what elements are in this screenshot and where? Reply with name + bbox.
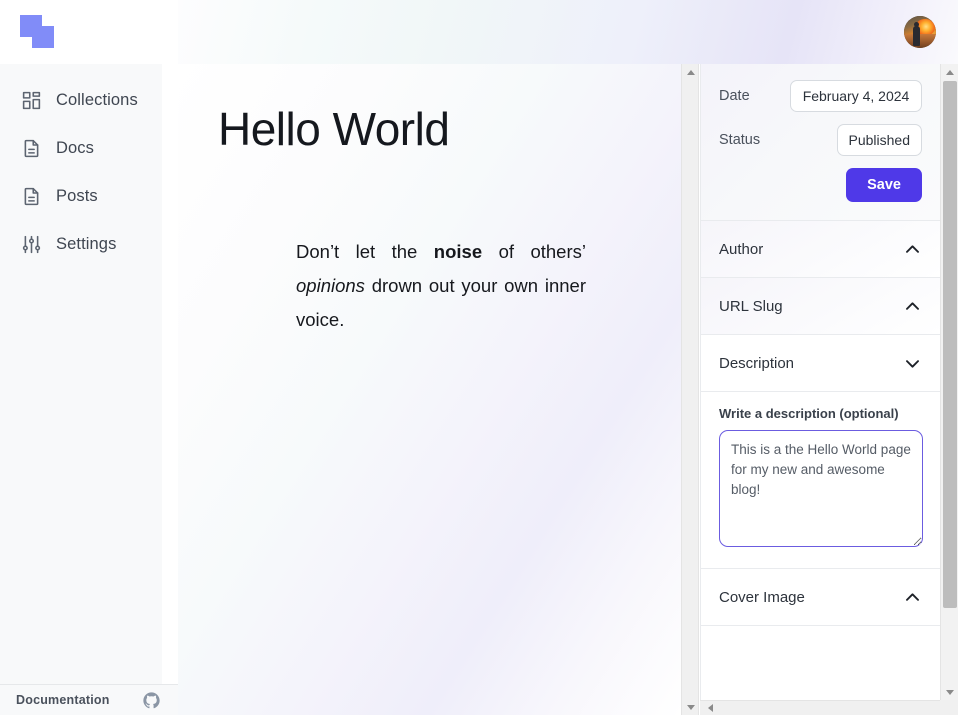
scroll-down-arrow-icon[interactable] bbox=[682, 699, 700, 715]
main-content-scrollbar[interactable] bbox=[681, 64, 699, 715]
chevron-down-icon[interactable] bbox=[903, 354, 922, 373]
right-panel-scrollbar[interactable] bbox=[940, 64, 958, 700]
documentation-footer[interactable]: Documentation bbox=[0, 684, 178, 715]
accordion-description[interactable]: Description bbox=[701, 335, 940, 392]
date-label: Date bbox=[719, 88, 750, 104]
logo-zone bbox=[0, 0, 178, 64]
status-select[interactable]: Published bbox=[836, 124, 922, 156]
scroll-down-arrow-icon[interactable] bbox=[941, 684, 958, 700]
paragraph-italic: opinions bbox=[296, 274, 365, 296]
left-sidebar: Collections Docs Posts Settings bbox=[0, 64, 162, 684]
accordion-cover-image[interactable]: Cover Image bbox=[701, 569, 940, 626]
page-title: Hello World bbox=[218, 103, 450, 155]
app-logo[interactable] bbox=[20, 15, 56, 49]
scroll-left-arrow-icon[interactable] bbox=[703, 701, 717, 715]
description-textarea[interactable] bbox=[719, 430, 923, 547]
scrollbar-corner bbox=[940, 700, 958, 715]
sidebar-item-label: Docs bbox=[56, 138, 94, 157]
paragraph-bold: noise bbox=[433, 240, 483, 262]
sidebar-item-label: Collections bbox=[56, 90, 138, 109]
scroll-up-arrow-icon[interactable] bbox=[941, 64, 958, 80]
sidebar-item-settings[interactable]: Settings bbox=[0, 220, 162, 268]
scrollbar-thumb[interactable] bbox=[943, 81, 957, 608]
avatar[interactable] bbox=[904, 16, 936, 48]
accordion-title: Author bbox=[719, 240, 764, 258]
status-row: Status Published bbox=[719, 124, 922, 156]
sidebar-item-posts[interactable]: Posts bbox=[0, 172, 162, 220]
date-input[interactable]: February 4, 2024 bbox=[790, 80, 922, 112]
page-paragraph: Don’t let the noise of others’ opinions … bbox=[296, 235, 586, 337]
document-icon bbox=[20, 137, 42, 159]
paragraph-part-2: of others’ bbox=[482, 240, 586, 262]
github-icon[interactable] bbox=[143, 691, 160, 709]
avatar-ground bbox=[904, 33, 936, 48]
metadata-block: Date February 4, 2024 Status Published S… bbox=[701, 64, 940, 221]
top-bar bbox=[0, 0, 958, 64]
sidebar-item-label: Settings bbox=[56, 234, 117, 253]
sidebar-nav: Collections Docs Posts Settings bbox=[0, 64, 162, 268]
accordion-author[interactable]: Author bbox=[701, 221, 940, 278]
save-row: Save bbox=[719, 168, 922, 202]
sliders-icon bbox=[20, 233, 42, 255]
scroll-up-arrow-icon[interactable] bbox=[682, 64, 700, 80]
logo-square-front bbox=[32, 26, 54, 48]
right-sidebar: Date February 4, 2024 Status Published S… bbox=[700, 64, 940, 700]
accordion-url-slug[interactable]: URL Slug bbox=[701, 278, 940, 335]
grid-icon bbox=[20, 89, 42, 111]
accordion-title: Description bbox=[719, 354, 795, 372]
accordion-title: Cover Image bbox=[719, 588, 805, 606]
sidebar-item-label: Posts bbox=[56, 186, 98, 205]
chevron-up-icon[interactable] bbox=[903, 240, 922, 259]
chevron-up-icon[interactable] bbox=[903, 297, 922, 316]
chevron-up-icon[interactable] bbox=[903, 588, 922, 607]
right-panel-horizontal-scrollbar[interactable] bbox=[700, 700, 958, 715]
app-window: Collections Docs Posts Settings Document… bbox=[0, 0, 958, 715]
description-field-label: Write a description (optional) bbox=[719, 406, 899, 421]
date-row: Date February 4, 2024 bbox=[719, 80, 922, 112]
document-icon bbox=[20, 185, 42, 207]
documentation-label: Documentation bbox=[16, 693, 110, 707]
main-content: Hello World Don’t let the noise of other… bbox=[178, 64, 681, 715]
avatar-figure bbox=[913, 22, 920, 46]
sidebar-item-docs[interactable]: Docs bbox=[0, 124, 162, 172]
top-bar-gradient bbox=[178, 0, 958, 64]
save-button[interactable]: Save bbox=[846, 168, 922, 202]
sidebar-item-collections[interactable]: Collections bbox=[0, 76, 162, 124]
paragraph-part-1: Don’t let the bbox=[296, 240, 434, 262]
status-label: Status bbox=[719, 132, 761, 148]
description-panel: Write a description (optional) bbox=[701, 392, 940, 569]
accordion-title: URL Slug bbox=[719, 297, 783, 315]
